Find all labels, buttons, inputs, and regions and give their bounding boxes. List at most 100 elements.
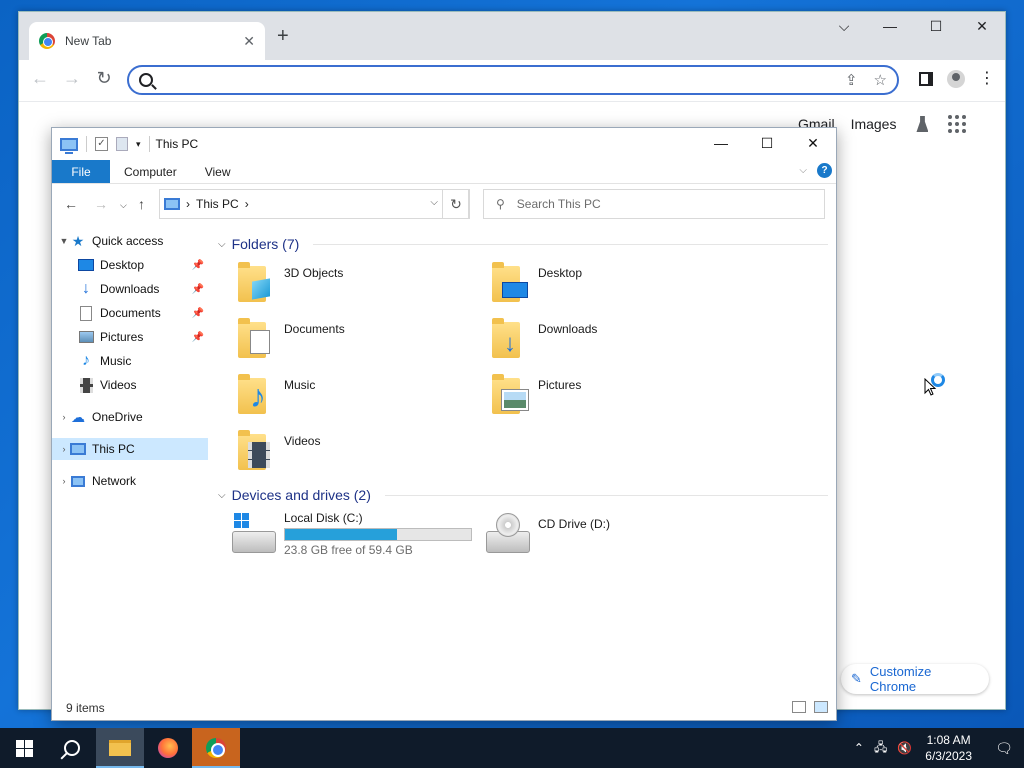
labs-flask-icon[interactable] xyxy=(912,114,932,134)
sidebar-item-downloads[interactable]: ↓ Downloads 📌 xyxy=(52,278,208,300)
profile-avatar-icon[interactable] xyxy=(947,70,965,88)
tab-view[interactable]: View xyxy=(191,160,245,183)
search-box[interactable]: ⚲ xyxy=(483,189,825,219)
network-status-icon[interactable]: 🖧 xyxy=(874,738,887,759)
sidebar-item-onedrive[interactable]: › ☁ OneDrive xyxy=(52,406,208,428)
new-folder-icon[interactable] xyxy=(116,137,128,151)
windows-logo-icon xyxy=(15,739,33,757)
customize-chrome-button[interactable]: ✎ Customize Chrome xyxy=(841,664,989,694)
breadcrumb[interactable]: This PC xyxy=(196,197,239,211)
tab-computer[interactable]: Computer xyxy=(110,160,191,183)
sidebar-item-documents[interactable]: Documents 📌 xyxy=(52,302,208,324)
pin-icon: 📌 xyxy=(191,283,204,295)
expand-chevron-icon[interactable]: › xyxy=(58,412,70,422)
forward-button[interactable]: → xyxy=(59,68,85,89)
share-icon[interactable]: ⇪ xyxy=(845,71,858,89)
minimize-button[interactable]: — xyxy=(867,12,913,40)
sidebar-item-label: Downloads xyxy=(100,282,160,296)
maximize-button[interactable]: ☐ xyxy=(913,12,959,40)
folder-item-downloads[interactable]: ↓ Downloads xyxy=(490,316,730,366)
drive-item-d[interactable]: CD Drive (D:) xyxy=(486,511,726,561)
taskbar-firefox[interactable] xyxy=(144,728,192,768)
sidebar-item-label: This PC xyxy=(92,442,135,456)
close-button[interactable]: ✕ xyxy=(790,128,836,158)
group-title: Folders (7) xyxy=(231,236,300,252)
mouse-cursor-icon xyxy=(924,378,937,396)
minimize-button[interactable]: — xyxy=(698,128,744,158)
volume-muted-icon[interactable]: 🔇 xyxy=(897,741,912,755)
folders-group-header[interactable]: ⌵ Folders (7) xyxy=(218,236,828,252)
pencil-icon: ✎ xyxy=(851,671,862,686)
notification-center-icon[interactable]: 🗨 xyxy=(984,728,1024,768)
sidebar-item-music[interactable]: ♪ Music xyxy=(52,350,208,372)
ribbon: File Computer View ⌵ ? xyxy=(52,160,836,184)
show-hidden-icons-chevron-icon[interactable]: ⌃ xyxy=(854,741,864,755)
collapse-chevron-icon[interactable]: ⌵ xyxy=(218,490,226,501)
folder-item-pictures[interactable]: Pictures xyxy=(490,372,730,422)
folder-label: Desktop xyxy=(538,266,583,280)
address-dropdown-icon[interactable]: ⌵ xyxy=(430,197,438,208)
menu-kebab-icon[interactable]: ⋮ xyxy=(979,71,995,87)
taskbar-file-explorer[interactable] xyxy=(96,728,144,768)
back-button[interactable]: ← xyxy=(27,68,53,89)
clock[interactable]: 1:08 AM 6/3/2023 xyxy=(925,732,972,764)
tab-file[interactable]: File xyxy=(52,160,110,183)
sidebar-item-desktop[interactable]: Desktop 📌 xyxy=(52,254,208,276)
expand-chevron-icon[interactable]: › xyxy=(58,476,70,486)
omnibox-input[interactable] xyxy=(163,72,829,88)
sidebar-item-network[interactable]: › Network xyxy=(52,470,208,492)
reload-button[interactable]: ↻ xyxy=(91,68,117,89)
tab-title: New Tab xyxy=(65,34,112,48)
item-count: 9 items xyxy=(66,701,105,715)
maximize-button[interactable]: ☐ xyxy=(744,128,790,158)
start-button[interactable] xyxy=(0,728,48,768)
refresh-button[interactable]: ↻ xyxy=(442,189,470,219)
address-box[interactable]: › This PC › ⌵ xyxy=(159,189,469,219)
sidebar-item-label: Desktop xyxy=(100,258,145,272)
bookmark-star-icon[interactable]: ☆ xyxy=(874,71,887,89)
expand-ribbon-chevron-icon[interactable]: ⌵ xyxy=(799,165,807,176)
videos-folder-icon xyxy=(236,428,276,472)
expand-chevron-icon[interactable]: › xyxy=(58,444,70,454)
close-button[interactable]: ✕ xyxy=(959,12,1005,40)
omnibox[interactable]: ⇪ ☆ xyxy=(127,65,899,95)
properties-checkbox-icon[interactable]: ✓ xyxy=(95,137,108,151)
folder-item-3d-objects[interactable]: 3D Objects xyxy=(236,260,476,310)
drive-item-c[interactable]: Local Disk (C:) 23.8 GB free of 59.4 GB xyxy=(232,511,492,561)
large-icons-view-icon[interactable] xyxy=(814,701,828,713)
sidebar-item-videos[interactable]: Videos xyxy=(52,374,208,396)
folder-item-videos[interactable]: Videos xyxy=(236,428,476,478)
folder-item-desktop[interactable]: Desktop xyxy=(490,260,730,310)
close-tab-icon[interactable]: ✕ xyxy=(243,33,255,50)
new-tab-button[interactable]: + xyxy=(277,26,289,46)
google-apps-icon[interactable] xyxy=(948,115,967,133)
sidebar-item-quick-access[interactable]: ▼ ★ Quick access xyxy=(52,230,208,252)
sidebar-item-pictures[interactable]: Pictures 📌 xyxy=(52,326,208,348)
file-explorer-window: ✓ ▾ This PC — ☐ ✕ File Computer View ⌵ ?… xyxy=(51,127,837,721)
forward-button[interactable]: → xyxy=(94,196,108,212)
search-button[interactable] xyxy=(48,728,96,768)
folder-item-music[interactable]: ♪ Music xyxy=(236,372,476,422)
recent-locations-chevron-icon[interactable]: ⌵ xyxy=(120,200,127,211)
search-input[interactable] xyxy=(516,197,824,211)
collapse-chevron-icon[interactable]: ⌵ xyxy=(218,239,226,250)
collapse-chevron-icon[interactable]: ▼ xyxy=(58,236,70,246)
help-icon[interactable]: ? xyxy=(817,163,832,178)
images-link[interactable]: Images xyxy=(851,116,897,132)
taskbar-chrome[interactable] xyxy=(192,728,240,768)
side-panel-icon[interactable] xyxy=(919,72,933,86)
back-button[interactable]: ← xyxy=(64,196,78,212)
up-button[interactable]: ↑ xyxy=(138,196,145,212)
chrome-toolbar: ← → ↻ ⇪ ☆ ⋮ xyxy=(19,60,1005,102)
folder-item-documents[interactable]: Documents xyxy=(236,316,476,366)
desktop-folder-icon xyxy=(490,260,530,304)
tab-search-chevron-icon[interactable]: ⌵ xyxy=(821,12,867,40)
sidebar-item-label: Quick access xyxy=(92,234,164,248)
sidebar-item-this-pc[interactable]: › This PC xyxy=(52,438,208,460)
customize-toolbar-chevron-icon[interactable]: ▾ xyxy=(136,139,141,150)
3d-objects-folder-icon xyxy=(236,260,276,304)
devices-group-header[interactable]: ⌵ Devices and drives (2) xyxy=(218,487,828,503)
tab-new-tab[interactable]: New Tab ✕ xyxy=(29,22,265,60)
breadcrumb-separator-icon: › xyxy=(186,197,190,211)
details-view-icon[interactable] xyxy=(792,701,806,713)
